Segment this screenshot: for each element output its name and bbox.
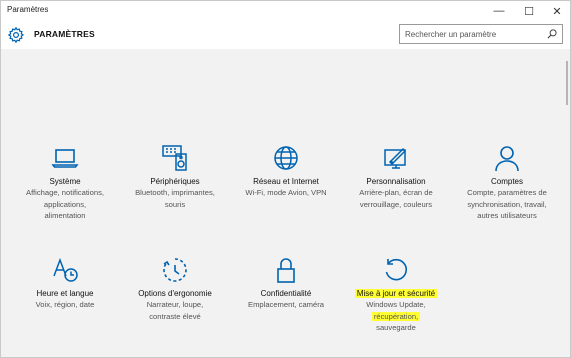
minimize-button[interactable]: — <box>485 1 513 21</box>
tile-desc-line: applications, <box>43 199 87 209</box>
maximize-icon: ☐ <box>524 5 534 18</box>
settings-grid: Système Affichage, notifications, applic… <box>1 49 565 358</box>
tile-desc-line: Compte, paramètres de <box>467 188 547 197</box>
tile-desc-line: verrouillage, couleurs <box>359 199 433 209</box>
settings-header: PARAMÈTRES Rechercher un paramètre <box>1 21 570 49</box>
keyboard-speaker-icon <box>162 145 187 171</box>
maximize-button[interactable]: ☐ <box>515 1 543 21</box>
scrollbar[interactable] <box>565 49 569 357</box>
tile-heure-langue[interactable]: Heure et langue Voix, région, date <box>8 256 122 311</box>
tile-personnalisation[interactable]: Personnalisation Arrière-plan, écran de … <box>339 144 453 210</box>
tile-desc-line: Narrateur, loupe, <box>146 300 204 309</box>
tile-systeme[interactable]: Système Affichage, notifications, applic… <box>8 144 122 222</box>
tile-name: Mise à jour et sécurité <box>339 289 453 299</box>
tile-ergonomie[interactable]: Options d'ergonomie Narrateur, loupe, co… <box>118 256 232 322</box>
tile-desc-line: contraste élevé <box>149 311 201 321</box>
gear-icon <box>7 26 25 44</box>
tile-reseau[interactable]: Réseau et Internet Wi-Fi, mode Avion, VP… <box>229 144 343 199</box>
globe-icon <box>274 146 298 170</box>
tile-peripheriques[interactable]: Périphériques Bluetooth, imprimantes, so… <box>118 144 232 210</box>
laptop-icon <box>51 149 79 168</box>
tile-desc-line: Wi-Fi, mode Avion, VPN <box>245 188 327 197</box>
ease-of-access-icon <box>163 258 187 282</box>
search-icon[interactable] <box>546 28 558 40</box>
paint-monitor-icon <box>384 147 407 169</box>
person-icon <box>495 146 519 172</box>
tile-name: Options d'ergonomie <box>138 289 212 298</box>
tile-name: Comptes <box>490 177 523 186</box>
tile-desc-line: Bluetooth, imprimantes, <box>135 188 215 197</box>
tile-desc-line: souris <box>164 199 186 209</box>
highlighted-text: Mise à jour et sécurité <box>354 289 438 298</box>
tile-name: Heure et langue <box>36 289 94 298</box>
refresh-icon <box>385 258 408 281</box>
tile-desc-line: synchronisation, travail, <box>467 199 547 209</box>
tile-desc-line: Voix, région, date <box>35 300 95 309</box>
tile-desc-line: Windows Update, <box>366 300 426 309</box>
tile-mise-a-jour[interactable]: Mise à jour et sécurité Windows Update, … <box>339 256 453 334</box>
tile-desc-line: autres utilisateurs <box>477 211 537 220</box>
minimize-icon: — <box>493 5 505 17</box>
lock-icon <box>277 258 295 283</box>
tile-confidentialite[interactable]: Confidentialité Emplacement, caméra <box>229 256 343 311</box>
window-title: Paramètres <box>7 5 49 14</box>
tile-name: Périphériques <box>150 177 200 186</box>
tile-desc-line: récupération, <box>339 311 453 323</box>
close-button[interactable]: ✕ <box>543 1 571 21</box>
tile-desc-line: Arrière-plan, écran de <box>359 188 433 197</box>
tile-comptes[interactable]: Comptes Compte, paramètres de synchronis… <box>450 144 564 222</box>
tile-desc-line: alimentation <box>44 211 86 220</box>
tile-name: Confidentialité <box>260 289 312 298</box>
title-bar: Paramètres — ☐ ✕ <box>1 1 570 21</box>
scrollbar-thumb[interactable] <box>566 61 568 105</box>
highlighted-text: récupération, <box>371 311 421 321</box>
settings-window: Paramètres — ☐ ✕ PARAMÈTRES Rechercher u… <box>0 0 571 358</box>
search-placeholder: Rechercher un paramètre <box>405 30 497 39</box>
close-icon: ✕ <box>552 5 562 18</box>
tile-desc-line: Affichage, notifications, <box>26 188 104 197</box>
tile-name: Système <box>49 177 81 186</box>
page-title: PARAMÈTRES <box>34 29 95 39</box>
clock-language-icon <box>53 257 78 282</box>
tile-desc-line: Emplacement, caméra <box>248 300 324 309</box>
tile-desc-line: sauvegarde <box>376 323 416 332</box>
tile-name: Personnalisation <box>366 177 426 186</box>
tile-name: Réseau et Internet <box>253 177 319 186</box>
search-input[interactable]: Rechercher un paramètre <box>399 24 563 44</box>
